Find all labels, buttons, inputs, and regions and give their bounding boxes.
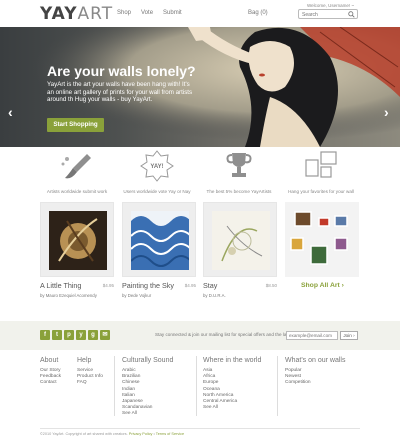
footer-walls: What's on our walls Popular Newest Compe… [285, 357, 345, 387]
footer-about: About Our Story Feedback Contact [40, 357, 61, 387]
product-artwork [49, 211, 107, 270]
footer-link[interactable]: Contact [40, 380, 61, 386]
youtube-icon[interactable]: y [76, 330, 86, 340]
search-box [298, 9, 358, 19]
footer-heading: Where in the world [203, 357, 262, 364]
nav-vote[interactable]: Vote [141, 10, 153, 16]
bag-link[interactable]: Bag (0) [248, 10, 268, 16]
site-header: YAYART Shop Vote Submit Bag (0) Welcome,… [0, 0, 400, 26]
footer-help: Help Service Product Info FAQ [77, 357, 103, 387]
nav-shop[interactable]: Shop [117, 10, 131, 16]
facebook-icon[interactable]: f [40, 330, 50, 340]
footer-heading: Help [77, 357, 92, 364]
feature-best: The best 5% become YayArtists [199, 150, 279, 194]
footer-divider [114, 356, 115, 416]
feature-submit: Artists worldwide submit work [37, 150, 117, 194]
hero-title: Are your walls lonely? [47, 63, 196, 79]
product-price: $8.50 [265, 283, 277, 288]
product-card[interactable]: Painting the Sky $4.95 by Dede Vojkur [122, 202, 196, 298]
search-icon[interactable] [348, 11, 355, 18]
privacy-policy-link[interactable]: Privacy Policy [129, 432, 153, 436]
footer-link[interactable]: See All [122, 411, 173, 417]
twitter-icon[interactable]: t [52, 330, 62, 340]
footer-culture: Culturally Sound Arabic Brazilian Chines… [122, 357, 173, 418]
trophy-icon [226, 153, 252, 177]
product-price: $4.95 [184, 283, 196, 288]
footer-rule [40, 428, 360, 429]
nav-submit[interactable]: Submit [163, 10, 182, 16]
main-nav: Shop Vote Submit [117, 10, 182, 16]
feature-vote: YAY! Users worldwide vote Yay or Nay [117, 150, 197, 194]
product-card[interactable]: A Little Thing $4.95 by Mauro Ezequiel A… [40, 202, 114, 298]
product-image-frame[interactable] [122, 202, 196, 277]
footer-world: Where in the world Asia Africa Europe Oc… [203, 357, 261, 411]
product-image-frame[interactable] [40, 202, 114, 277]
product-card[interactable]: Stay $8.50 by D.U.R.A. [203, 202, 277, 298]
search-input[interactable] [302, 11, 348, 18]
newsletter-email-input[interactable] [286, 331, 338, 340]
product-artist[interactable]: by D.U.R.A. [203, 293, 277, 298]
hero-body: YayArt is the art your walls have been h… [47, 81, 193, 104]
footer-heading: Culturally Sound [122, 357, 174, 364]
product-image-frame[interactable] [203, 202, 277, 277]
gallery-wall-thumbnail [290, 211, 348, 265]
footer-divider [277, 356, 278, 416]
logo[interactable]: YAYART [40, 4, 113, 24]
newsletter-text: Stay connected & join our mailing list f… [155, 332, 301, 337]
product-artwork [131, 211, 189, 270]
footer-link[interactable]: See All [203, 405, 261, 411]
shop-all-gallery[interactable] [285, 202, 359, 277]
terms-of-service-link[interactable]: Terms of Service [156, 432, 184, 436]
start-shopping-button[interactable]: Start Shopping [47, 118, 104, 132]
footer-link[interactable]: Competition [285, 380, 345, 386]
frames-icon [305, 151, 337, 178]
hero-next-arrow[interactable]: › [384, 104, 389, 120]
hero-prev-arrow[interactable]: ‹ [8, 104, 13, 120]
product-artist[interactable]: by Mauro Ezequiel Acomendy [40, 293, 114, 298]
paint-brush-icon [61, 154, 91, 179]
shop-all-link[interactable]: Shop All Art › [301, 282, 344, 289]
svg-text:YAY!: YAY! [150, 164, 163, 170]
newsletter-band: f t p y g ✉ Stay connected & join our ma… [0, 321, 400, 350]
footer-heading: About [40, 357, 59, 364]
footer-heading: What's on our walls [285, 357, 346, 364]
feature-hang: Hang your favorites for your wall [281, 150, 361, 194]
google-icon[interactable]: g [88, 330, 98, 340]
product-price: $4.95 [102, 283, 114, 288]
yay-badge-icon: YAY! [140, 150, 174, 182]
welcome-user[interactable]: Welcome, Username! ~ [307, 3, 354, 8]
footer-link[interactable]: FAQ [77, 380, 103, 386]
pinterest-icon[interactable]: p [64, 330, 74, 340]
product-artist[interactable]: by Dede Vojkur [122, 293, 196, 298]
product-artwork [212, 211, 270, 270]
social-links: f t p y g ✉ [40, 330, 110, 340]
join-button[interactable]: Join › [340, 331, 358, 340]
copyright: ©2010 YayArt. Copyright of art shared wi… [40, 432, 185, 436]
email-icon[interactable]: ✉ [100, 330, 110, 340]
footer-divider [196, 356, 197, 416]
